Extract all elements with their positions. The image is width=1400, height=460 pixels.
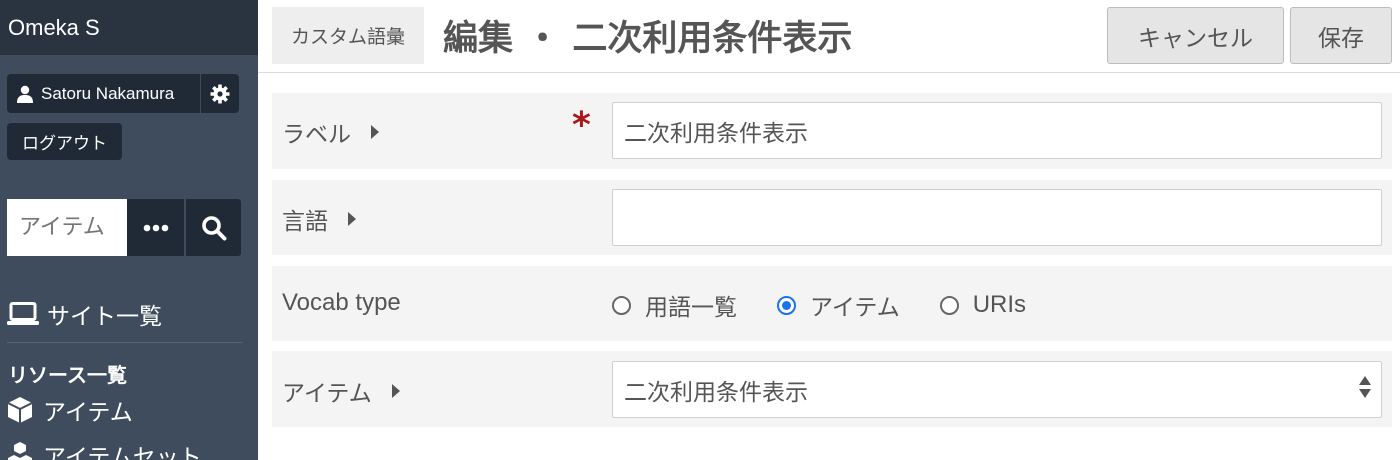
user-icon [17,85,33,103]
radio-option-terms[interactable]: 用語一覧 [612,288,737,322]
vocab-type-radio-group: 用語一覧 アイテム URIs [612,288,1066,322]
user-profile-button[interactable]: Satoru Nakamura [7,74,200,113]
radio-terms[interactable] [612,295,631,315]
ellipsis-icon [143,224,168,231]
item-field-label[interactable]: アイテム [282,374,400,408]
vocab-type-label: Vocab type [282,289,401,317]
save-button[interactable]: 保存 [1290,7,1392,64]
item-field-row: アイテム 二次利用条件表示 [272,351,1392,427]
nav-items[interactable]: アイテム [7,393,133,427]
radio-uris[interactable] [939,295,959,315]
search-button[interactable] [184,199,241,256]
vocab-type-text: Vocab type [282,289,401,316]
search-input[interactable] [7,199,127,256]
label-field-label[interactable]: ラベル [282,115,379,149]
language-field-label[interactable]: 言語 [282,202,356,236]
label-field-row: ラベル * [272,93,1392,169]
user-settings-button[interactable] [200,74,239,113]
gear-icon [210,84,230,103]
language-field-text: 言語 [282,209,328,235]
nav-sites-label: サイト一覧 [47,304,162,330]
label-field-text: ラベル [282,122,351,148]
page-title: 編集 ・ 二次利用条件表示 [443,19,853,59]
search-icon [201,215,226,240]
brand-logo[interactable]: Omeka S [0,0,258,55]
radio-option-items[interactable]: アイテム [777,288,900,322]
required-marker: * [572,105,591,146]
radio-items[interactable] [777,295,796,315]
breadcrumb[interactable]: カスタム語彙 [272,7,424,64]
select-arrows-icon [1359,376,1371,398]
user-name: Satoru Nakamura [41,83,175,103]
search-bar [7,199,241,256]
item-select[interactable]: 二次利用条件表示 [612,361,1382,418]
label-input[interactable] [612,102,1382,159]
radio-option-uris[interactable]: URIs [939,291,1027,319]
vocab-type-row: Vocab type 用語一覧 アイテム URIs [272,266,1392,341]
nav-divider [7,342,242,343]
item-field-text: アイテム [282,381,372,407]
cube-icon [7,397,33,423]
cubes-icon [8,442,32,460]
nav-items-label: アイテム [43,400,133,426]
item-select-value: 二次利用条件表示 [624,379,808,406]
cancel-button[interactable]: キャンセル [1107,7,1284,64]
caret-right-icon [391,384,400,398]
nav-item-sets[interactable]: アイテムセット [7,438,202,460]
language-field-row: 言語 [272,180,1392,255]
laptop-icon [7,302,39,325]
language-input[interactable] [612,189,1382,246]
radio-uris-label: URIs [972,291,1027,318]
radio-terms-label: 用語一覧 [645,295,737,321]
logout-button[interactable]: ログアウト [7,123,122,160]
search-options-button[interactable] [127,199,184,256]
nav-resources-heading: リソース一覧 [8,363,127,387]
nav-sites[interactable]: サイト一覧 [7,297,162,331]
user-bar: Satoru Nakamura [7,74,239,113]
caret-right-icon [348,212,356,226]
page-header: カスタム語彙 編集 ・ 二次利用条件表示 キャンセル 保存 [258,0,1400,73]
radio-items-label: アイテム [810,295,900,321]
sidebar: Omeka S Satoru Nakamura ログアウト アイテム サイト一覧… [0,0,258,460]
nav-item-sets-label: アイテムセット [43,445,202,460]
caret-right-icon [371,125,379,139]
